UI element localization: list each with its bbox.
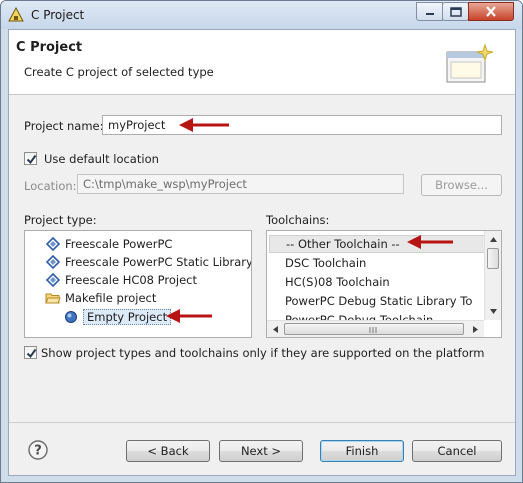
project-type-tree[interactable]: Freescale PowerPC Freescale PowerPC Stat… (24, 230, 252, 338)
use-default-location-checkbox[interactable] (24, 152, 37, 165)
eclipse-icon (8, 7, 24, 22)
project-name-input[interactable]: myProject (102, 115, 502, 135)
horizontal-scroll-thumb[interactable] (284, 323, 464, 335)
location-input[interactable]: C:\tmp\make_wsp\myProject (77, 174, 404, 194)
cancel-button[interactable]: Cancel (412, 440, 502, 462)
browse-button[interactable]: Browse... (421, 174, 502, 196)
show-supported-label: Show project types and toolchains only i… (41, 346, 485, 360)
location-label: Location: (24, 179, 77, 193)
tree-item-label: Freescale PowerPC (65, 237, 173, 251)
svg-text:?: ? (34, 444, 42, 459)
checkmark-icon (26, 348, 37, 359)
scroll-right-arrow-icon[interactable] (467, 321, 484, 337)
next-button[interactable]: Next > (219, 440, 303, 462)
checkmark-icon (26, 154, 37, 165)
project-type-label: Project type: (24, 213, 97, 227)
back-button[interactable]: < Back (126, 440, 210, 462)
toolchains-label: Toolchains: (266, 213, 330, 227)
scroll-left-arrow-icon[interactable] (267, 321, 284, 337)
show-supported-checkbox[interactable] (24, 346, 37, 359)
toolchain-item-hcs08[interactable]: HC(S)08 Toolchain (271, 273, 390, 291)
tree-item-freescale-powerpc-static-library[interactable]: Freescale PowerPC Static Library (45, 253, 252, 271)
tree-item-empty-project[interactable]: Empty Project (63, 308, 172, 326)
tree-item-makefile-project[interactable]: Makefile project (45, 289, 156, 307)
maximize-button[interactable] (442, 2, 469, 21)
dialog-body: C Project Create C project of selected t… (8, 29, 516, 476)
finish-button[interactable]: Finish (320, 440, 404, 462)
tree-item-freescale-powerpc[interactable]: Freescale PowerPC (45, 235, 172, 253)
footer-divider (9, 422, 515, 423)
toolchain-item-dsc[interactable]: DSC Toolchain (271, 254, 366, 272)
annotation-arrow-icon (166, 309, 212, 323)
scroll-down-arrow-icon[interactable] (485, 303, 501, 320)
toolchains-vertical-scrollbar[interactable] (484, 231, 501, 320)
diamond-icon (45, 254, 61, 270)
toolchains-horizontal-scrollbar[interactable] (267, 320, 484, 337)
tree-item-label: Freescale PowerPC Static Library (65, 255, 252, 269)
project-name-label: Project name: (24, 119, 104, 133)
circle-icon (65, 311, 77, 323)
title-bar[interactable]: C Project (1, 1, 522, 29)
header-title: C Project (16, 40, 83, 55)
wizard-header: C Project Create C project of selected t… (9, 30, 515, 95)
tree-item-label: Empty Project (83, 309, 172, 325)
close-icon (486, 6, 496, 17)
help-icon[interactable]: ? (28, 440, 48, 460)
toolchain-item-other[interactable]: -- Other Toolchain -- (269, 235, 498, 253)
maximize-icon (449, 6, 462, 17)
minimize-icon (425, 12, 434, 15)
use-default-location-label: Use default location (44, 152, 159, 166)
header-description: Create C project of selected type (24, 65, 214, 79)
diamond-icon (45, 236, 61, 252)
c-project-dialog: C Project C Project Create C project of … (0, 0, 523, 483)
tree-item-label: Makefile project (65, 291, 157, 305)
vertical-scroll-thumb[interactable] (487, 248, 499, 269)
toolchains-list[interactable]: -- Other Toolchain -- DSC Toolchain HC(S… (266, 230, 502, 338)
new-project-wizard-icon (446, 43, 494, 83)
folder-open-icon (45, 293, 61, 304)
tree-item-freescale-hc08-project[interactable]: Freescale HC08 Project (45, 271, 197, 289)
window-title: C Project (31, 8, 85, 22)
diamond-icon (45, 272, 61, 288)
minimize-button[interactable] (416, 2, 443, 21)
scroll-up-arrow-icon[interactable] (485, 231, 501, 248)
close-button[interactable] (468, 2, 514, 21)
tree-item-label: Freescale HC08 Project (65, 273, 198, 287)
annotation-arrow-icon (407, 235, 453, 249)
toolchain-item-powerpc-debug-static-library[interactable]: PowerPC Debug Static Library Toolchain (271, 292, 473, 310)
annotation-arrow-icon (179, 118, 229, 132)
